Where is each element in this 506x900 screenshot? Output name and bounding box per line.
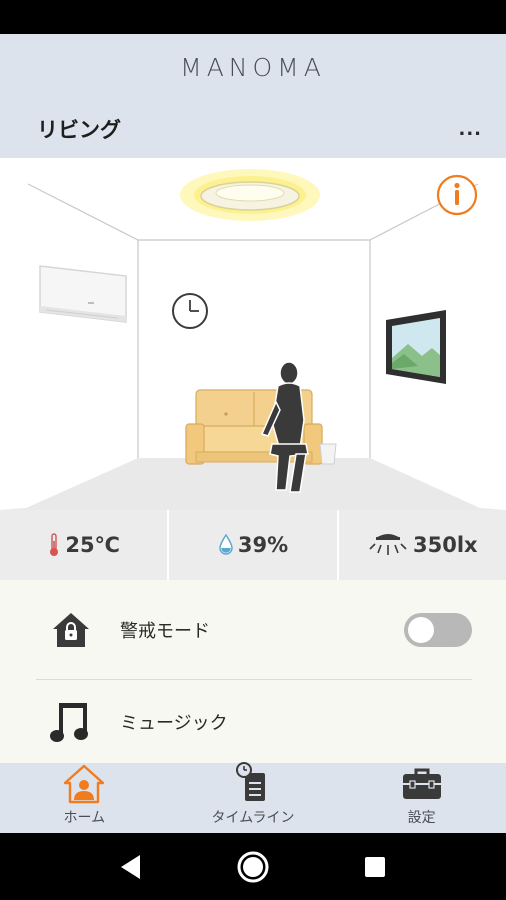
status-bar	[0, 0, 506, 34]
tab-settings-label: 設定	[407, 810, 436, 826]
humidity-cell[interactable]: 39%	[169, 510, 339, 580]
menu-area: 警戒モード ミュージック	[0, 580, 506, 763]
system-nav-bar	[0, 833, 506, 900]
security-mode-row[interactable]: 警戒モード	[36, 580, 472, 680]
music-row[interactable]: ミュージック	[36, 680, 472, 763]
brand-header: MANOMA	[0, 34, 506, 100]
temperature-value: 25℃	[65, 533, 120, 557]
clock-icon	[172, 293, 208, 329]
security-mode-toggle[interactable]	[404, 612, 472, 647]
music-label: ミュージック	[120, 712, 228, 734]
ceiling-light-icon[interactable]	[180, 169, 320, 221]
toolbox-icon	[400, 763, 444, 805]
back-icon[interactable]	[109, 845, 153, 889]
security-house-icon	[36, 610, 106, 650]
light-sensor-icon	[369, 534, 407, 555]
room-illustration	[0, 169, 506, 510]
brand-logo: MANOMA	[180, 52, 326, 82]
tab-timeline-label: タイムライン	[211, 810, 295, 826]
toggle-knob	[408, 616, 434, 643]
recents-icon[interactable]	[353, 845, 397, 889]
music-note-icon	[36, 699, 106, 745]
temperature-cell[interactable]: 25℃	[0, 510, 170, 580]
room-scene	[0, 158, 506, 510]
thermometer-icon	[50, 533, 59, 556]
droplet-icon	[219, 533, 233, 555]
timeline-icon	[233, 761, 273, 805]
home-nav-icon[interactable]	[231, 845, 275, 889]
humidity-value: 39%	[237, 533, 289, 557]
tv-icon[interactable]	[386, 310, 446, 384]
bin-icon	[319, 443, 337, 465]
security-mode-label: 警戒モード	[120, 620, 210, 642]
sensor-bar: 25℃ 39% 350lx	[0, 510, 506, 580]
tab-settings[interactable]: 設定	[337, 763, 506, 833]
tab-bar: ホーム タイムライン 設定	[0, 761, 506, 833]
info-icon[interactable]	[436, 174, 478, 216]
room-title: リビング	[37, 118, 121, 142]
air-conditioner-icon[interactable]	[39, 265, 127, 323]
more-options-button[interactable]: ...	[458, 119, 482, 140]
illuminance-value: 350lx	[413, 533, 478, 557]
home-person-icon	[62, 763, 106, 805]
room-header: リビング ...	[0, 100, 506, 158]
tab-home[interactable]: ホーム	[0, 763, 169, 833]
tab-timeline[interactable]: タイムライン	[169, 761, 338, 833]
illuminance-cell[interactable]: 350lx	[339, 510, 506, 580]
tab-home-label: ホーム	[63, 810, 106, 826]
